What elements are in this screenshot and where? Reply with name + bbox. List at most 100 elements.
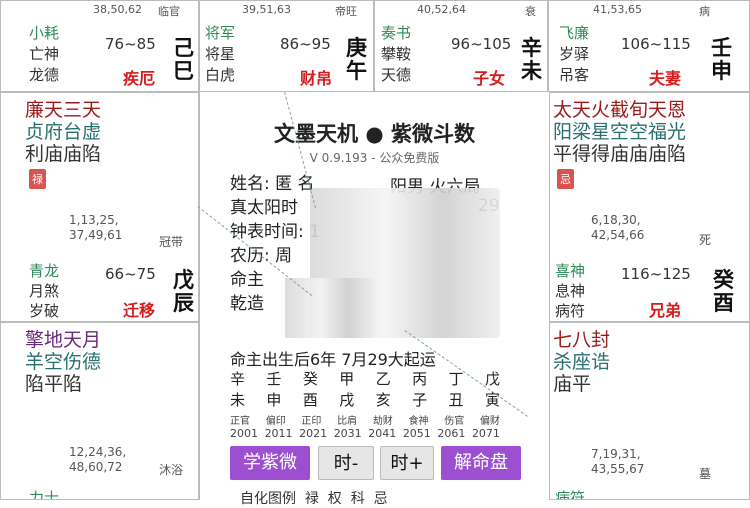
- solar-time-label: 真太阳时: [230, 198, 298, 218]
- pillar-branch: 戌: [339, 391, 355, 409]
- pillar-stem: 乙: [375, 370, 391, 388]
- fortune-year: 2021: [299, 427, 328, 440]
- hour-minus-button[interactable]: 时-: [318, 446, 374, 480]
- decade-range: 76~85: [105, 35, 156, 53]
- palace-name: 兄弟: [649, 301, 682, 320]
- palace-chen[interactable]: 廉天三天 贞府台虚 利庙庙陷 禄 1,13,25, 37,49,61 冠带 青龙 …: [0, 92, 199, 322]
- main-stars-row1: 擎地天月: [25, 329, 102, 351]
- center-info-panel: 文墨天机 ● 紫微斗数 V 0.9.193 - 公众免费版 姓名: 匿 名 真太…: [199, 92, 550, 507]
- ten-god: 比肩: [337, 416, 358, 427]
- main-stars-row2: 羊空伤德: [25, 351, 102, 373]
- learn-ziwei-button[interactable]: 学紫微: [230, 446, 310, 480]
- life-stage: 衰: [525, 5, 536, 18]
- earthly-branch: 申: [711, 59, 732, 83]
- pillar-stem: 辛: [230, 370, 246, 388]
- main-stars-row2: 贞府台虚: [25, 121, 102, 143]
- pillar-branch: 未: [230, 391, 246, 409]
- hua-ji-badge: 忌: [557, 169, 574, 189]
- pillar-branch: 子: [412, 391, 428, 409]
- clock-time-label: 钟表时间: 1: [230, 222, 320, 242]
- privacy-blur: [285, 278, 375, 338]
- life-stage: 死: [699, 233, 712, 247]
- fortune-year: 2051: [402, 427, 431, 440]
- earthly-branch: 未: [521, 59, 542, 83]
- minor-star: 岁破: [29, 302, 60, 320]
- minor-star: 龙德: [29, 66, 60, 84]
- fortune-year: 2061: [437, 427, 466, 440]
- ten-god: 劫财: [372, 416, 393, 427]
- minor-star: 吊客: [559, 66, 590, 84]
- hour-plus-button[interactable]: 时+: [380, 446, 434, 480]
- life-stage: 墓: [699, 467, 712, 481]
- pillar-branch: 申: [266, 391, 282, 409]
- palace-si[interactable]: 38,50,62 临官 小耗 亡神 龙德 76~85 疾厄 己巳: [0, 0, 199, 92]
- main-stars-row2: 杀座诰: [553, 351, 611, 373]
- palace-wu[interactable]: 39,51,63 帝旺 将军 将星 白虎 86~95 财帛 庚午: [199, 0, 374, 92]
- age-numbers: 48,60,72: [69, 460, 123, 474]
- ten-god: 偏印: [265, 416, 286, 427]
- age-numbers: 39,51,63: [242, 3, 291, 16]
- app-title: 文墨天机 ● 紫微斗数: [274, 122, 475, 146]
- life-stage: 冠带: [159, 235, 184, 249]
- palace-mao[interactable]: 擎地天月 羊空伤德 陷平陷 12,24,36, 48,60,72 沐浴 力士: [0, 322, 199, 500]
- ten-god: 伤官: [444, 416, 465, 427]
- minor-star: 飞廉: [559, 24, 590, 42]
- age-numbers: 37,49,61: [69, 228, 123, 242]
- main-stars-row1: 七八封: [553, 329, 611, 351]
- age-numbers: 43,55,67: [591, 462, 645, 476]
- earthly-branch: 巳: [173, 59, 194, 83]
- pillar-stem: 癸: [302, 370, 318, 388]
- ten-gods-row: 正官 偏印 正印 比肩 劫财 食神 伤官 偏财: [230, 412, 500, 427]
- age-numbers: 12,24,36,: [69, 445, 127, 459]
- age-numbers: 1,13,25,: [69, 213, 119, 227]
- pillar-branch: 丑: [448, 391, 464, 409]
- minor-star: 小耗: [29, 24, 60, 42]
- pillar-stem: 壬: [266, 370, 282, 388]
- earthly-branch: 辰: [173, 291, 194, 315]
- palace-shen[interactable]: 41,53,65 病 飞廉 岁驿 吊客 106~115 夫妻 壬申: [548, 0, 750, 92]
- minor-star: 月煞: [29, 282, 60, 300]
- fortune-year: 2011: [264, 427, 293, 440]
- lunar-label: 农历: 周: [230, 246, 293, 266]
- pillar-stem: 戊: [484, 370, 500, 388]
- heavenly-stem: 癸: [713, 268, 734, 292]
- pillar-branch: 酉: [302, 391, 318, 409]
- age-numbers: 6,18,30,: [591, 213, 641, 227]
- heavenly-stem: 辛: [521, 36, 542, 60]
- interpret-chart-button[interactable]: 解命盘: [441, 446, 521, 480]
- age-numbers: 40,52,64: [417, 3, 466, 16]
- life-stage: 临官: [158, 5, 180, 18]
- hua-lu-badge: 禄: [29, 169, 46, 189]
- minor-star: 将军: [205, 24, 236, 42]
- minor-star: 奏书: [381, 24, 412, 42]
- fortune-year: 2041: [368, 427, 397, 440]
- decade-range: 96~105: [451, 35, 512, 53]
- brightness-row: 平得得庙庙庙陷: [553, 143, 687, 165]
- decade-range: 116~125: [621, 265, 691, 283]
- heavenly-stem: 己: [173, 36, 194, 60]
- life-stage: 沐浴: [159, 463, 184, 477]
- minor-star: 白虎: [205, 66, 236, 84]
- fortune-year: 2001: [230, 427, 258, 440]
- pillars-branches-row: 未申酉戌亥子丑寅: [230, 389, 500, 410]
- minor-star: 力士: [29, 489, 60, 500]
- minor-star: 病符: [555, 302, 586, 320]
- palace-xu[interactable]: 七八封 杀座诰 庙平 7,19,31, 43,55,67 墓 病符: [548, 322, 750, 500]
- life-stage: 帝旺: [335, 5, 357, 18]
- years-row: 2001 2011 2021 2031 2041 2051 2061 2071: [230, 427, 500, 440]
- palace-you[interactable]: 太天火截旬天恩 阳梁星空空福光 平得得庙庙庙陷 忌 6,18,30, 42,54,…: [548, 92, 750, 322]
- palace-name: 子女: [473, 69, 506, 88]
- palace-wei[interactable]: 40,52,64 衰 奏书 攀鞍 天德 96~105 子女 辛未: [374, 0, 548, 92]
- pillar-branch: 亥: [375, 391, 391, 409]
- fortune-year: 2031: [333, 427, 362, 440]
- ten-god: 正印: [301, 416, 322, 427]
- ten-god: 偏财: [479, 416, 500, 427]
- earthly-branch: 酉: [713, 291, 734, 315]
- pillars-stems-row: 辛壬癸甲乙丙丁戊: [230, 368, 500, 389]
- minor-star: 天德: [381, 66, 412, 84]
- minor-star: 息神: [555, 282, 586, 300]
- heavenly-stem: 壬: [711, 36, 732, 60]
- heavenly-stem: 庚: [346, 36, 367, 60]
- main-stars-row1: 太天火截旬天恩: [553, 99, 687, 121]
- pillar-stem: 甲: [339, 370, 355, 388]
